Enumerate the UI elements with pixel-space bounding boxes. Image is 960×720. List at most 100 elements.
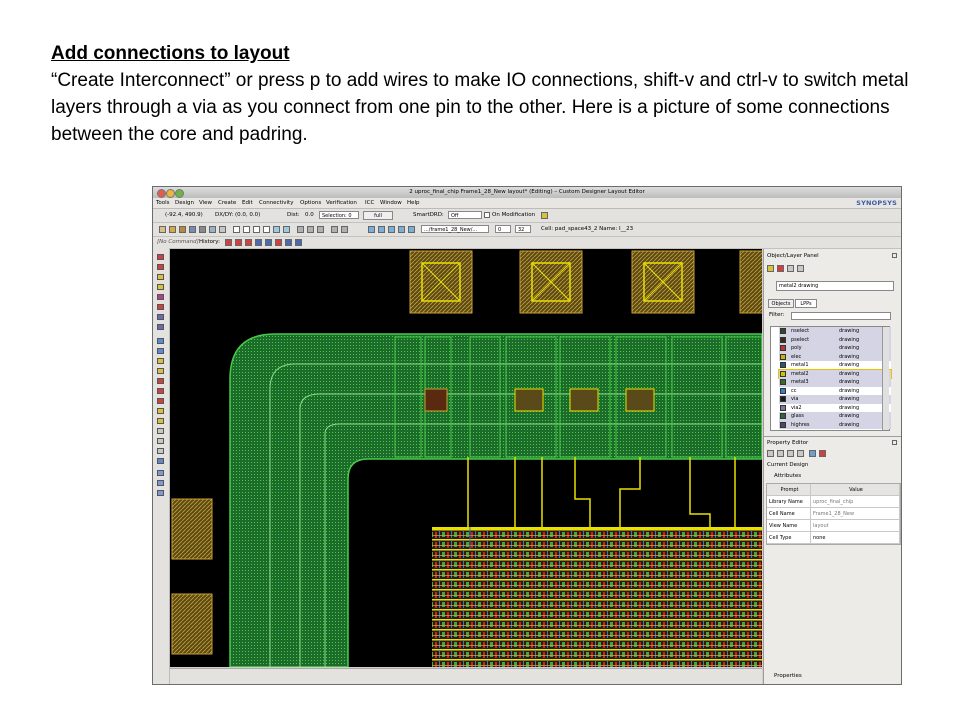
panel-close-icon[interactable] [892, 253, 897, 258]
history-path-icon[interactable] [225, 239, 232, 246]
attr-row-view[interactable]: View Name layout [767, 520, 900, 532]
flag-icon[interactable] [398, 226, 405, 233]
hierarchy-down-icon[interactable] [307, 226, 314, 233]
attr-row-cell[interactable]: Cell Name Frame1_28_New [767, 508, 900, 520]
zoom-box-icon[interactable] [263, 226, 270, 233]
history-stretch-icon[interactable] [275, 239, 282, 246]
create-path-icon[interactable] [157, 254, 164, 260]
pad-cell-top-3[interactable] [631, 250, 695, 314]
descend-icon[interactable] [331, 226, 338, 233]
layer-row-poly[interactable]: poly drawing [779, 344, 891, 353]
hide-all-icon[interactable] [777, 265, 784, 272]
layer-row-pselect[interactable]: pselect drawing [779, 335, 891, 344]
layer-row-highres[interactable]: highres drawing [779, 420, 891, 429]
layer-row-metal2[interactable]: metal2 drawing [778, 368, 892, 379]
lpp-scrollbar[interactable] [882, 327, 889, 430]
pencil-icon[interactable] [378, 226, 385, 233]
menu-design[interactable]: Design [175, 200, 194, 206]
property-filter-icon[interactable] [819, 450, 826, 457]
window-icon[interactable] [209, 226, 216, 233]
net-icon[interactable] [157, 480, 164, 486]
layer-row-elec[interactable]: elec drawing [779, 352, 891, 361]
create-polygon-icon[interactable] [157, 284, 164, 290]
property-apply-icon[interactable] [797, 450, 804, 457]
save-icon[interactable] [189, 226, 196, 233]
attr-row-library[interactable]: Library Name uproc_final_chip [767, 496, 900, 508]
layer-row-via[interactable]: via drawing [779, 395, 891, 404]
property-home-icon[interactable] [767, 450, 774, 457]
pad-cell-top-2[interactable] [519, 250, 583, 314]
show-all-icon[interactable] [767, 265, 774, 272]
property-back-icon[interactable] [777, 450, 784, 457]
select-icon[interactable] [157, 338, 164, 344]
return-icon[interactable] [341, 226, 348, 233]
property-close-icon[interactable] [892, 440, 897, 445]
arrow-icon[interactable] [388, 226, 395, 233]
tab-objects[interactable]: Objects [768, 299, 794, 308]
delete-icon[interactable] [157, 398, 164, 404]
rotate-icon[interactable] [157, 408, 164, 414]
folder-icon[interactable] [179, 226, 186, 233]
copy-icon[interactable] [157, 358, 164, 364]
create-wire-icon[interactable] [157, 264, 164, 270]
layer-row-glass[interactable]: glass drawing [779, 412, 891, 421]
history-grid-icon[interactable] [285, 239, 292, 246]
history-wire-icon[interactable] [235, 239, 242, 246]
tab-lpps[interactable]: LPPs [795, 299, 817, 308]
hierarchy-top-icon[interactable] [317, 226, 324, 233]
edit-in-place-icon[interactable] [368, 226, 375, 233]
smartdrd-select[interactable]: Off [448, 211, 482, 219]
panel-options-icon[interactable] [797, 265, 804, 272]
drd-settings-icon[interactable] [541, 212, 548, 219]
properties-section[interactable]: Properties [774, 673, 802, 682]
measure-icon[interactable] [157, 448, 164, 454]
property-forward-icon[interactable] [787, 450, 794, 457]
create-label-icon[interactable] [157, 324, 164, 330]
chop-icon[interactable] [157, 378, 164, 384]
full-button[interactable]: full [363, 211, 393, 220]
attr-row-celltype[interactable]: Cell Type none [767, 532, 900, 544]
zoom-out-icon[interactable] [243, 226, 250, 233]
menu-options[interactable]: Options [300, 200, 321, 206]
menu-view[interactable]: View [199, 200, 212, 206]
layer-icon[interactable] [157, 470, 164, 476]
menu-verification[interactable]: Verification [326, 200, 357, 206]
merge-icon[interactable] [157, 388, 164, 394]
layer-row-nselect[interactable]: nselect drawing [779, 327, 891, 336]
menu-edit[interactable]: Edit [242, 200, 253, 206]
filter-input[interactable] [791, 312, 891, 320]
start-level-input[interactable]: 0 [495, 225, 511, 233]
create-via-icon[interactable] [157, 294, 164, 300]
stretch-icon[interactable] [157, 368, 164, 374]
zoom-in-icon[interactable] [233, 226, 240, 233]
zoom-fit-icon[interactable] [253, 226, 260, 233]
pan-icon[interactable] [273, 226, 280, 233]
ruler-icon[interactable] [157, 438, 164, 444]
menu-create[interactable]: Create [218, 200, 236, 206]
layer-row-via2[interactable]: via2 drawing [779, 403, 891, 412]
on-modification-checkbox[interactable] [484, 212, 490, 218]
open-icon[interactable] [169, 226, 176, 233]
history-select-icon[interactable] [255, 239, 262, 246]
hierarchy-up-icon[interactable] [297, 226, 304, 233]
history-copy-icon[interactable] [265, 239, 272, 246]
menu-connectivity[interactable]: Connectivity [259, 200, 293, 206]
new-icon[interactable] [159, 226, 166, 233]
layer-row-cc[interactable]: cc drawing [779, 386, 891, 395]
hierarchy-path[interactable]: .../frame1_28_New/... [421, 225, 489, 233]
stop-level-input[interactable]: 32 [515, 225, 531, 233]
flip-icon[interactable] [157, 418, 164, 424]
redraw-icon[interactable] [283, 226, 290, 233]
menu-tools[interactable]: Tools [156, 200, 170, 206]
attributes-section[interactable]: Attributes [774, 473, 801, 482]
layer-row-metal1[interactable]: metal1 drawing [779, 361, 891, 370]
align-icon[interactable] [157, 428, 164, 434]
menu-window[interactable]: Window [380, 200, 402, 206]
history-flip-icon[interactable] [295, 239, 302, 246]
layer-row-metal3[interactable]: metal3 drawing [779, 378, 891, 387]
menu-icc[interactable]: ICC [365, 200, 374, 206]
grid-icon[interactable] [219, 226, 226, 233]
lock-icon[interactable] [408, 226, 415, 233]
move-icon[interactable] [157, 348, 164, 354]
current-lpp-field[interactable]: metal2 drawing [776, 281, 894, 291]
